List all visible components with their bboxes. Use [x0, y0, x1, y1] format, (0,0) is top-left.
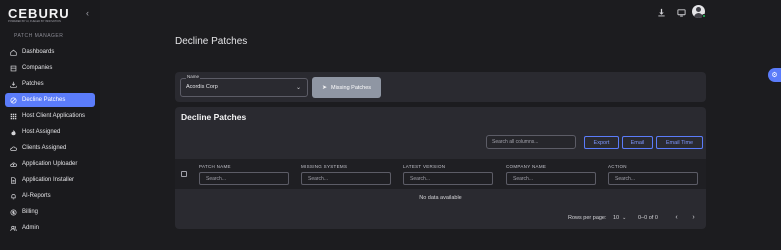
- online-status-dot: [702, 14, 706, 18]
- sidebar-item-label: Dashboards: [22, 49, 55, 55]
- sidebar-item-clients-assigned[interactable]: Clients Assigned: [5, 141, 95, 155]
- sidebar-item-companies[interactable]: Companies: [5, 61, 95, 75]
- select-all-checkbox[interactable]: [181, 171, 187, 177]
- sidebar-item-label: Host Client Applications: [22, 113, 86, 119]
- sidebar-item-patches[interactable]: Patches: [5, 77, 95, 91]
- missing-systems-search-input[interactable]: [301, 172, 391, 185]
- name-select-label: Name: [186, 74, 201, 79]
- patch-name-search-input[interactable]: [199, 172, 289, 185]
- settings-gear-icon[interactable]: ⚙: [768, 68, 781, 82]
- email-button[interactable]: Email: [622, 136, 653, 149]
- ceburu-logo[interactable]: CEBURU POWERED BY AI, FUELED BY INNOVATI…: [8, 6, 76, 23]
- sidebar-item-dashboards[interactable]: Dashboards: [5, 45, 95, 59]
- sidebar-item-billing[interactable]: Billing: [5, 205, 95, 219]
- file-icon: [10, 176, 17, 184]
- card-title: Decline Patches: [181, 112, 247, 122]
- sidebar-item-label: Billing: [22, 209, 39, 215]
- logo-text: CEBURU: [8, 6, 70, 21]
- send-icon: ➤: [321, 85, 327, 91]
- column-header-missing-systems[interactable]: MISSING SYSTEMS: [301, 164, 347, 169]
- monitor-icon[interactable]: [676, 7, 686, 17]
- sidebar-item-label: Patches: [22, 81, 44, 87]
- rows-per-page-value: 10: [613, 215, 620, 221]
- upload-cloud-icon: [10, 161, 17, 168]
- sidebar-item-label: AI-Reports: [22, 193, 51, 199]
- sidebar-item-admin[interactable]: Admin: [5, 221, 95, 235]
- avatar-head-shape: [696, 7, 701, 12]
- name-select[interactable]: Name Acordis Corp ⌄: [180, 74, 308, 97]
- column-header-company-name[interactable]: COMPANY NAME: [506, 164, 546, 169]
- sidebar-item-label: Clients Assigned: [22, 145, 67, 151]
- chevron-down-icon: ⌄: [622, 215, 627, 221]
- cloud-icon: [10, 145, 17, 152]
- email-time-button[interactable]: Email Time: [656, 136, 703, 149]
- latest-version-search-input[interactable]: [403, 172, 493, 185]
- decline-patches-card: Decline Patches Export Email Email Time …: [175, 107, 706, 229]
- sidebar-item-label: Application Installer: [22, 177, 75, 183]
- sidebar-section-title: PATCH MANAGER: [14, 33, 64, 39]
- export-button[interactable]: Export: [584, 136, 619, 149]
- rows-per-page-select[interactable]: 10 ⌄: [613, 215, 626, 221]
- sidebar-item-label: Host Assigned: [22, 129, 61, 135]
- column-header-patch-name[interactable]: PATCH NAME: [199, 164, 231, 169]
- missing-patches-button[interactable]: ➤ Missing Patches: [312, 77, 381, 98]
- sidebar-item-label: Decline Patches: [22, 97, 66, 103]
- empty-state-text: No data available: [419, 195, 462, 201]
- sidebar-item-host-assigned[interactable]: Host Assigned: [5, 125, 95, 139]
- grid-icon: [10, 113, 17, 120]
- users-icon: [10, 225, 17, 232]
- sidebar-item-application-installer[interactable]: Application Installer: [5, 173, 95, 187]
- name-select-value: Acordis Corp: [186, 84, 218, 90]
- missing-patches-label: Missing Patches: [330, 84, 372, 91]
- action-search-input[interactable]: [608, 172, 698, 185]
- home-icon: [10, 49, 17, 56]
- sidebar-item-ai-reports[interactable]: AI-Reports: [5, 189, 95, 203]
- collapse-sidebar-icon[interactable]: ‹: [83, 9, 92, 18]
- building-icon: [10, 65, 17, 72]
- company-name-search-input[interactable]: [506, 172, 596, 185]
- dollar-icon: [10, 208, 17, 216]
- bell-icon: [10, 193, 17, 200]
- sidebar-item-application-uploader[interactable]: Application Uploader: [5, 157, 95, 171]
- download-icon: [10, 81, 17, 88]
- column-header-action[interactable]: ACTION: [608, 164, 627, 169]
- flame-icon: [10, 129, 17, 136]
- block-icon: [10, 96, 17, 104]
- chevron-down-icon: ⌄: [295, 85, 301, 91]
- sidebar-item-label: Companies: [22, 65, 53, 71]
- table-header: PATCH NAME MISSING SYSTEMS LATEST VERSIO…: [175, 159, 706, 189]
- column-header-latest-version[interactable]: LATEST VERSION: [403, 164, 445, 169]
- sidebar-item-host-client-applications[interactable]: Host Client Applications: [5, 109, 95, 123]
- next-page-icon[interactable]: ›: [689, 213, 698, 222]
- download-icon[interactable]: [656, 7, 666, 17]
- filter-card: Name Acordis Corp ⌄ ➤ Missing Patches: [175, 72, 706, 102]
- search-all-columns-input[interactable]: [486, 135, 576, 149]
- pagination-range: 0–0 of 0: [638, 215, 658, 221]
- rows-per-page-label: Rows per page:: [568, 215, 607, 221]
- sidebar: CEBURU POWERED BY AI, FUELED BY INNOVATI…: [0, 0, 100, 250]
- sidebar-item-decline-patches[interactable]: Decline Patches: [5, 93, 95, 107]
- previous-page-icon[interactable]: ‹: [672, 213, 681, 222]
- sidebar-item-label: Application Uploader: [22, 161, 78, 167]
- sidebar-item-label: Admin: [22, 225, 40, 231]
- page-title: Decline Patches: [175, 36, 248, 47]
